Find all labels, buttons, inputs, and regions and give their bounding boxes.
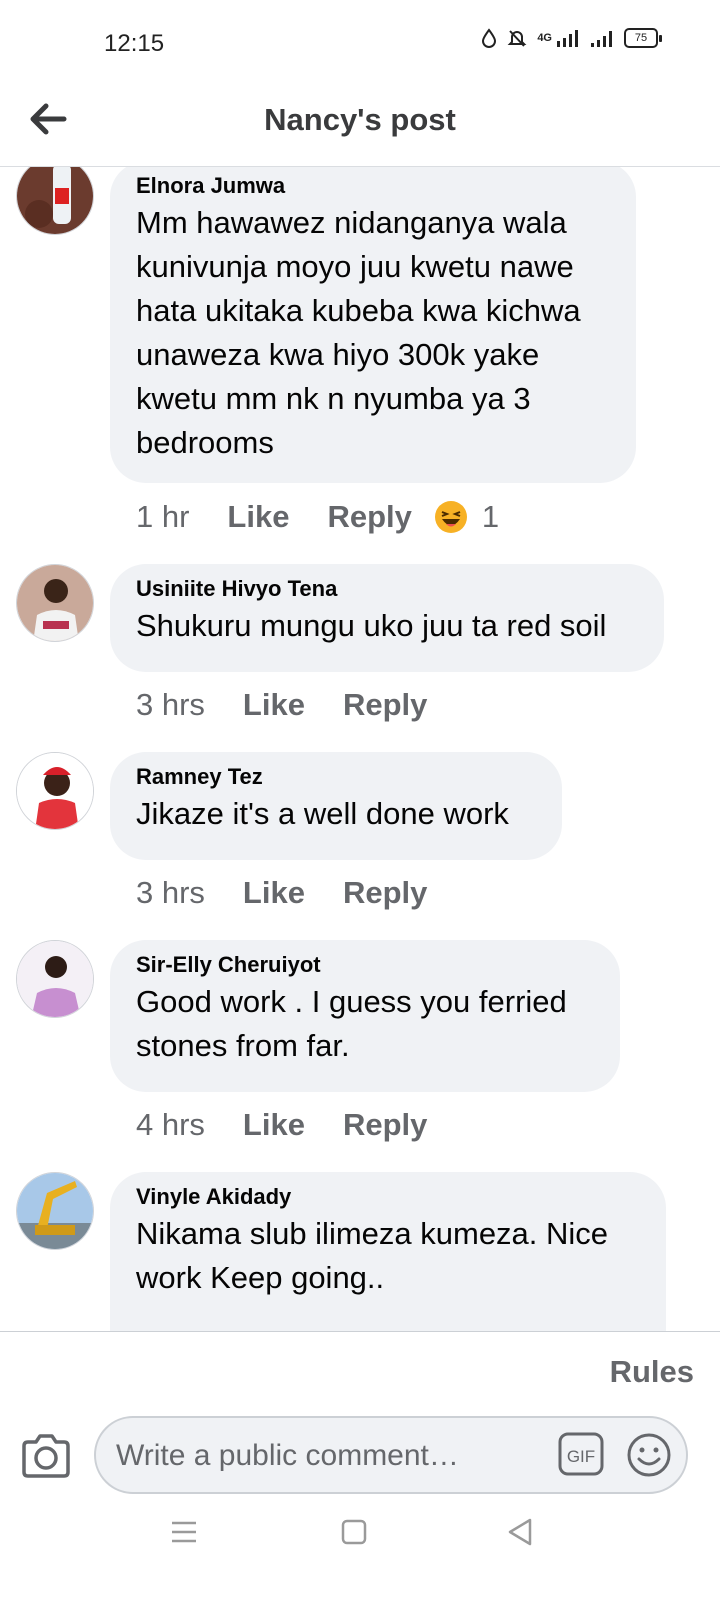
- app-header: Nancy's post: [0, 90, 720, 167]
- comment-text: Nikama slub ilimeza kumeza. Nice work Ke…: [136, 1216, 609, 1295]
- menu-nav-button[interactable]: [164, 1512, 204, 1552]
- comment-actions: 3 hrs Like Reply: [136, 875, 427, 911]
- comment-time: 3 hrs: [136, 875, 205, 910]
- comment-bubble[interactable]: Elnora Jumwa Mm hawawez nidanganya wala …: [110, 167, 636, 483]
- comment-input-box[interactable]: GIF: [94, 1416, 688, 1494]
- avatar[interactable]: [16, 752, 94, 830]
- haha-emoji-icon: [434, 501, 467, 533]
- comment-text: Good work . I guess you ferried stones f…: [136, 984, 567, 1063]
- comment-author[interactable]: Ramney Tez: [136, 764, 536, 790]
- avatar[interactable]: [16, 1172, 94, 1250]
- smiley-icon: [627, 1433, 671, 1477]
- signal-icon: [557, 30, 578, 47]
- like-button[interactable]: Like: [243, 1107, 305, 1143]
- comment-actions: 3 hrs Like Reply: [136, 687, 427, 723]
- comment-time: 1 hr: [136, 499, 190, 534]
- reply-button[interactable]: Reply: [343, 875, 427, 911]
- comment-list[interactable]: Elnora Jumwa Mm hawawez nidanganya wala …: [0, 167, 720, 1331]
- triangle-back-icon: [508, 1518, 532, 1546]
- comment-text: Mm hawawez nidanganya wala kunivunja moy…: [136, 205, 581, 460]
- home-nav-button[interactable]: [334, 1512, 374, 1552]
- comment-actions: 4 hrs Like Reply: [136, 1107, 427, 1143]
- comment-author[interactable]: Vinyle Akidady: [136, 1184, 640, 1210]
- comment-author[interactable]: Usiniite Hivyo Tena: [136, 576, 638, 602]
- back-nav-button[interactable]: [500, 1512, 540, 1552]
- battery-level: 75: [624, 28, 658, 48]
- comment-input[interactable]: [114, 1432, 538, 1480]
- comment-actions: 1 hr Like Reply 1: [136, 499, 499, 535]
- comment-author[interactable]: Elnora Jumwa: [136, 173, 610, 199]
- camera-button[interactable]: [20, 1432, 72, 1480]
- comment-bubble[interactable]: Sir-Elly Cheruiyot Good work . I guess y…: [110, 940, 620, 1092]
- emoji-button[interactable]: [626, 1432, 672, 1478]
- network-type-label: 4G: [537, 32, 552, 44]
- like-button[interactable]: Like: [243, 875, 305, 911]
- page-title: Nancy's post: [264, 102, 456, 137]
- status-time: 12:15: [104, 30, 165, 57]
- reply-button[interactable]: Reply: [327, 499, 411, 535]
- comment-bubble[interactable]: Usiniite Hivyo Tena Shukuru mungu uko ju…: [110, 564, 664, 672]
- battery-icon: 75: [624, 28, 662, 48]
- comment-time: 4 hrs: [136, 1107, 205, 1142]
- bell-muted-icon: [507, 30, 527, 47]
- system-nav-bar: [0, 1490, 720, 1570]
- avatar[interactable]: [16, 167, 94, 235]
- menu-icon: [172, 1521, 196, 1543]
- signal-icon-2: [591, 31, 612, 47]
- comment-bubble[interactable]: Vinyle Akidady Nikama slub ilimeza kumez…: [110, 1172, 666, 1331]
- comment-author[interactable]: Sir-Elly Cheruiyot: [136, 952, 594, 978]
- svg-text:GIF: GIF: [567, 1447, 595, 1466]
- like-button[interactable]: Like: [243, 687, 305, 723]
- comment-bubble[interactable]: Ramney Tez Jikaze it's a well done work: [110, 752, 562, 860]
- status-bar: 12:15 4G 75: [0, 0, 720, 90]
- comment-text: Shukuru mungu uko juu ta red soil: [136, 608, 607, 643]
- camera-icon: [22, 1434, 70, 1478]
- gif-icon: GIF: [558, 1432, 604, 1476]
- avatar[interactable]: [16, 564, 94, 642]
- gif-button[interactable]: GIF: [558, 1432, 604, 1476]
- comment-text: Jikaze it's a well done work: [136, 796, 509, 831]
- like-button[interactable]: Like: [227, 499, 289, 535]
- square-icon: [341, 1519, 367, 1545]
- drop-icon: [482, 28, 497, 48]
- reply-button[interactable]: Reply: [343, 687, 427, 723]
- reaction-count: 1: [481, 499, 500, 534]
- rules-link[interactable]: Rules: [610, 1354, 694, 1390]
- comment-time: 3 hrs: [136, 687, 205, 722]
- status-icons: 4G 75: [481, 28, 662, 48]
- avatar[interactable]: [16, 940, 94, 1018]
- reply-button[interactable]: Reply: [343, 1107, 427, 1143]
- reaction-summary[interactable]: 1: [434, 499, 499, 535]
